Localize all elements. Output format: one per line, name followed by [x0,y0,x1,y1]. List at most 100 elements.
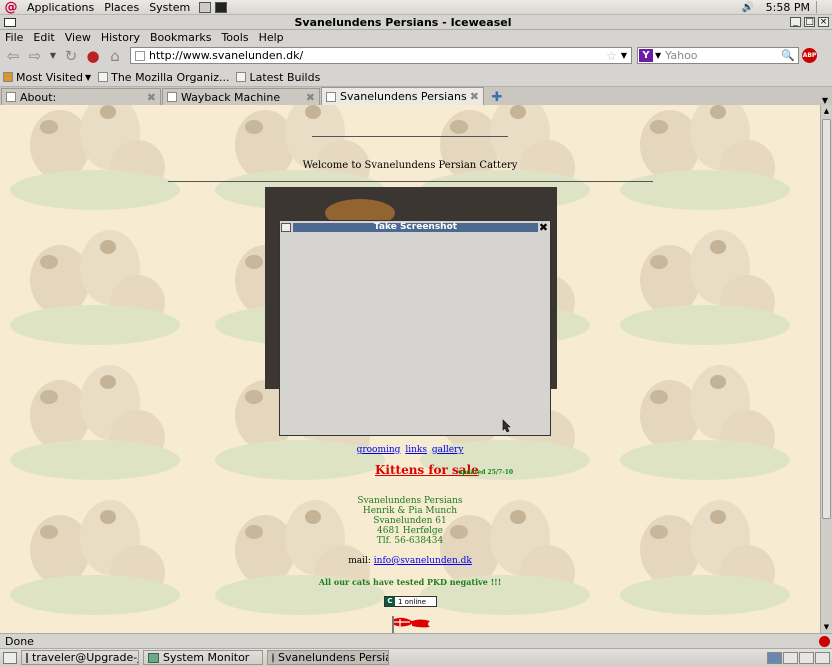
forward-button[interactable]: ⇨ [26,47,44,65]
updated-note: updated 25/7-10 [458,469,514,476]
close-tab-icon[interactable]: ✖ [147,91,156,104]
bookmark-label: Most Visited [16,70,83,84]
mail-line: mail: info@svanelunden.dk [0,556,820,566]
take-screenshot-dialog: Take Screenshot ✖ [279,220,551,436]
link-links[interactable]: links [405,445,427,455]
scroll-up-icon[interactable]: ▲ [821,105,832,117]
task-label: Svanelundens Persian... [278,651,388,664]
url-dropdown-icon[interactable]: ▼ [621,51,627,60]
cat-shape [10,170,180,210]
online-count: 1 online [398,597,427,606]
system-menu[interactable]: System [144,1,195,14]
new-tab-icon[interactable]: ✚ [488,90,506,105]
show-desktop-icon[interactable] [3,651,17,664]
menu-history[interactable]: History [96,31,145,44]
close-tab-icon[interactable]: ✖ [306,91,315,104]
cat-shape [510,105,526,119]
terminal-launcher-icon[interactable] [215,1,228,13]
text-editor-launcher-icon[interactable] [199,1,212,13]
stop-button[interactable]: ● [84,47,102,65]
applications-menu[interactable]: Applications [22,1,99,14]
mouse-cursor-icon [502,419,511,433]
cat-shape [245,255,263,269]
yahoo-engine-icon[interactable]: Y [639,49,653,62]
home-button[interactable]: ⌂ [106,47,124,65]
bookmark-label: Latest Builds [249,70,321,84]
adblock-plus-icon[interactable]: ABP [802,48,817,63]
bookmark-mozilla[interactable]: The Mozilla Organiz... [98,71,229,84]
online-counter[interactable]: C 1 online [384,596,437,607]
window-menu-icon[interactable] [4,17,16,27]
cat-tile [10,225,200,355]
scrollbar-thumb[interactable] [822,119,831,519]
close-tab-icon[interactable]: ✖ [470,90,479,103]
task-system-monitor[interactable]: System Monitor [143,650,263,665]
url-bar[interactable]: http://www.svanelunden.dk/ ☆ ▼ [130,47,632,64]
status-text: Done [5,634,34,648]
address-line: 4681 Herfølge [377,526,443,536]
maximize-button[interactable]: □ [804,17,815,27]
dialog-close-icon[interactable]: ✖ [538,222,549,233]
bookmark-star-icon[interactable]: ☆ [606,49,617,63]
scroll-down-icon[interactable]: ▼ [821,621,832,633]
tab-label: About: [20,90,57,104]
menu-edit[interactable]: Edit [28,31,59,44]
tab-list-dropdown-icon[interactable]: ▼ [822,96,828,105]
cat-shape [620,305,790,345]
task-iceweasel[interactable]: Svanelundens Persian... [267,650,389,665]
reload-button[interactable]: ↻ [62,47,80,65]
iceweasel-icon [272,652,274,663]
menu-view[interactable]: View [60,31,96,44]
address-line: Tlf. 56-638434 [376,536,444,546]
task-terminal[interactable]: traveler@Upgrade-Jou... [21,650,139,665]
tab-about[interactable]: About: ✖ [1,88,161,105]
search-bar[interactable]: Y ▼ Yahoo 🔍 [637,47,799,64]
minimize-button[interactable]: _ [790,17,801,27]
workspace-2[interactable] [783,651,798,664]
tab-wayback-machine[interactable]: Wayback Machine ✖ [162,88,320,105]
menu-file[interactable]: File [0,31,28,44]
bookmark-most-visited[interactable]: Most Visited ▼ [3,71,91,84]
clock[interactable]: 5:58 PM [760,1,816,14]
volume-icon[interactable]: 🔊 [742,2,756,13]
task-label: traveler@Upgrade-Jou... [32,651,138,664]
link-gallery[interactable]: gallery [432,445,464,455]
places-menu[interactable]: Places [99,1,144,14]
bookmark-latest-builds[interactable]: Latest Builds [236,71,320,84]
address-line: Svanelundens Persians [357,496,463,506]
engine-dropdown-icon[interactable]: ▼ [655,51,661,60]
close-button[interactable]: × [818,17,829,27]
bookmarks-toolbar: Most Visited ▼ The Mozilla Organiz... La… [0,68,832,87]
workspace-1[interactable] [767,651,782,664]
dialog-menu-icon[interactable] [281,223,291,232]
debian-logo-icon[interactable]: @ [4,1,18,14]
menu-help[interactable]: Help [254,31,289,44]
page-icon [236,72,247,82]
workspace-4[interactable] [815,651,830,664]
shutdown-icon[interactable] [816,1,828,13]
history-dropdown-icon[interactable]: ▼ [48,47,58,65]
cat-shape [650,120,668,134]
mail-label: mail: [348,556,371,566]
workspace-3[interactable] [799,651,814,664]
cat-shape [710,375,726,389]
system-monitor-icon [148,652,159,663]
url-text[interactable]: http://www.svanelunden.dk/ [149,49,606,62]
top-panel: @ Applications Places System 🔊 5:58 PM [0,0,832,15]
page-links: grooming links gallery [0,445,820,455]
link-grooming[interactable]: grooming [357,445,401,455]
search-input[interactable]: Yahoo [665,49,781,62]
terminal-icon [26,652,28,663]
menubar: File Edit View History Bookmarks Tools H… [0,30,832,44]
pkd-notice: All our cats have tested PKD negative !!… [318,577,502,587]
search-icon[interactable]: 🔍 [781,49,795,62]
cat-tile [620,360,810,490]
tab-svanelundens-persians[interactable]: Svanelundens Persians ✖ [321,87,484,105]
mail-link[interactable]: info@svanelunden.dk [374,556,472,566]
adblock-status-icon[interactable] [819,635,830,647]
cat-shape [100,105,116,119]
menu-tools[interactable]: Tools [216,31,253,44]
menu-bookmarks[interactable]: Bookmarks [145,31,216,44]
vertical-scrollbar[interactable]: ▲ ▼ [820,105,832,633]
back-button[interactable]: ⇦ [4,47,22,65]
